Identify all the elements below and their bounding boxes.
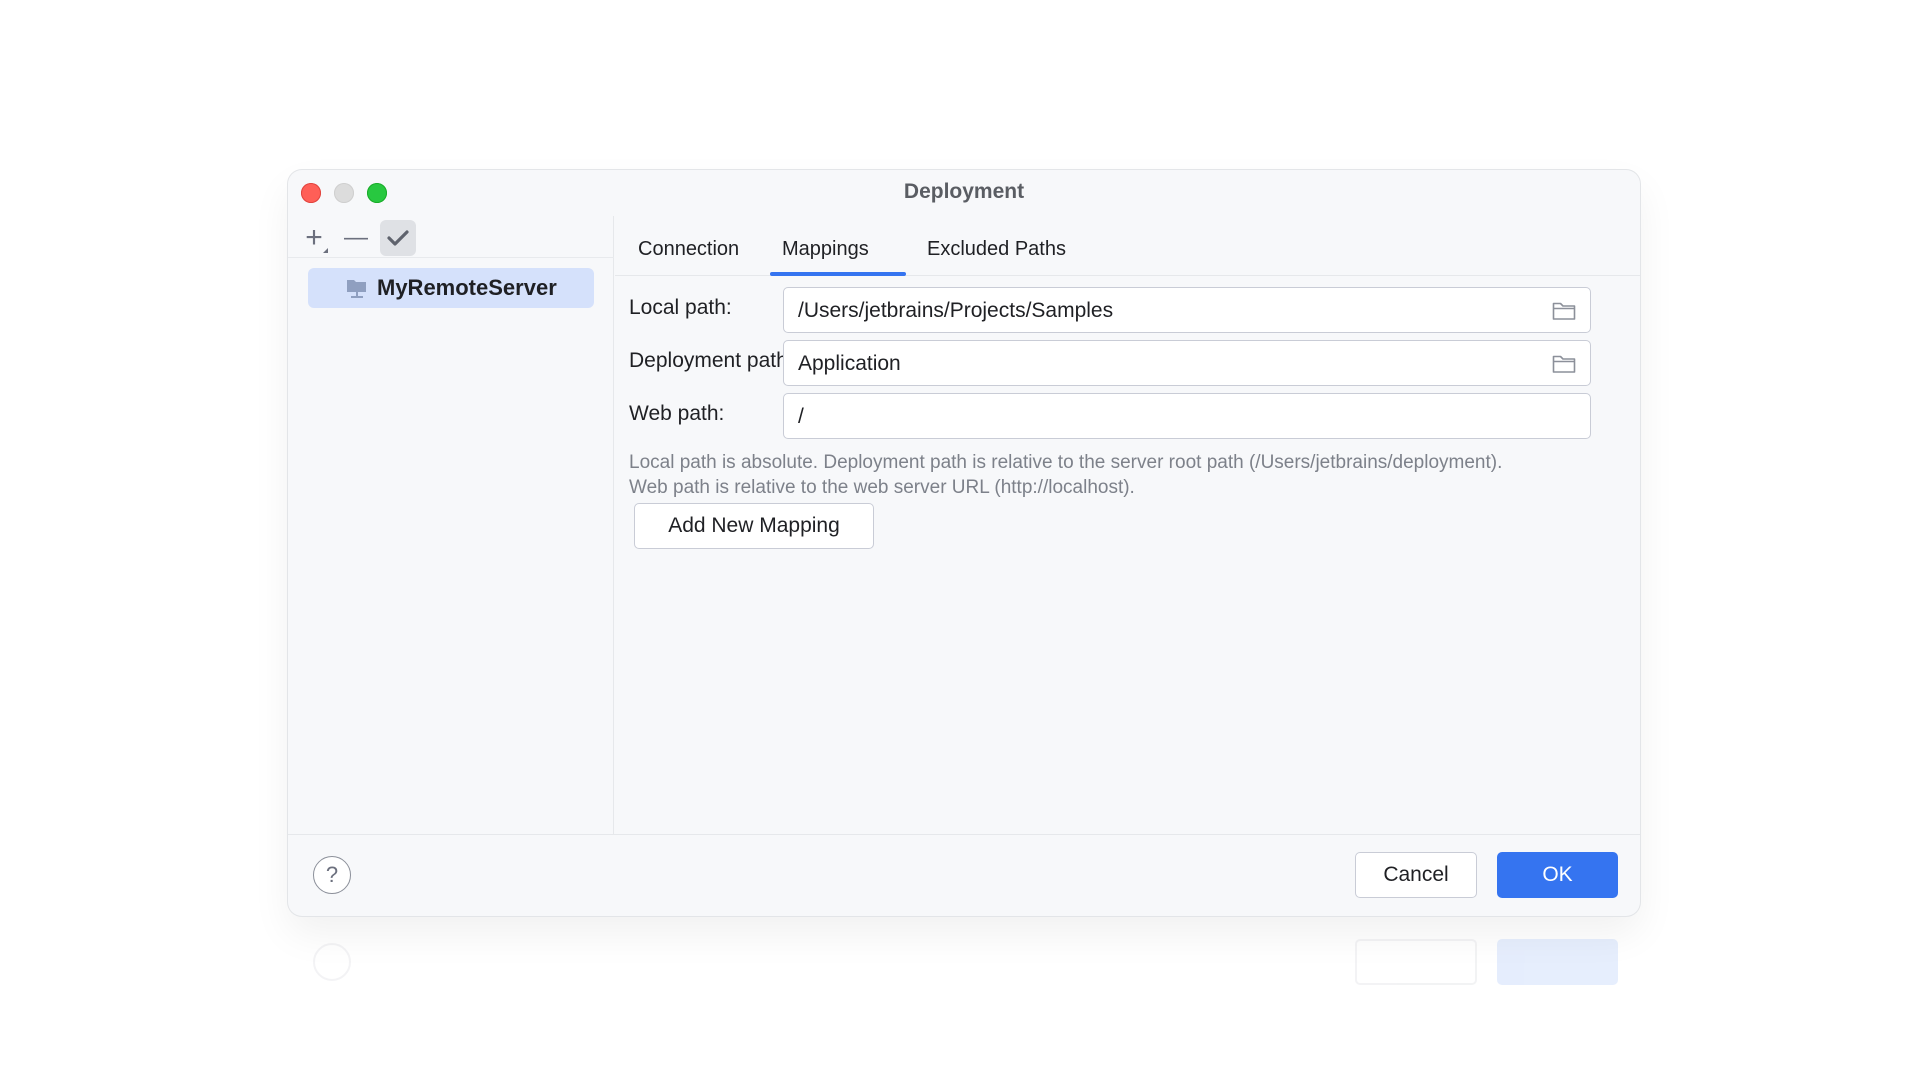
tab-connection[interactable]: Connection [638,238,739,261]
reflected-help-icon [313,943,351,981]
local-path-field[interactable]: /Users/jetbrains/Projects/Samples [783,287,1591,333]
set-default-server-button[interactable] [380,220,416,256]
tab-excluded-paths[interactable]: Excluded Paths [927,238,1066,261]
deployment-path-field[interactable]: Application [783,340,1591,386]
server-name: MyRemoteServer [377,275,557,300]
tab-mappings[interactable]: Mappings [782,238,869,261]
title-bar[interactable]: Deployment [288,170,1640,216]
minus-icon: — [344,224,368,251]
tab-bar: Connection Mappings Excluded Paths [615,216,1640,276]
ok-button[interactable]: OK [1497,852,1618,898]
local-path-label: Local path: [629,296,732,319]
dialog-reflection [288,920,1640,1002]
add-new-mapping-button[interactable]: Add New Mapping [634,503,874,549]
server-list-panel: + — MyRemoteServer [288,216,614,834]
plus-icon: + [305,221,323,254]
browse-folder-icon[interactable] [1552,354,1576,374]
reflected-ok-shape [1497,939,1618,985]
dialog-title: Deployment [903,180,1025,203]
mappings-panel: Connection Mappings Excluded Paths Local… [615,216,1640,834]
web-path-label: Web path: [629,402,725,425]
mapping-hint-line-2: Web path is relative to the web server U… [629,477,1135,498]
local-path-value: /Users/jetbrains/Projects/Samples [798,299,1114,322]
question-icon: ? [325,862,339,887]
mapping-hint-line-1: Local path is absolute. Deployment path … [629,452,1503,473]
server-list-toolbar: + — [288,216,614,258]
server-icon [345,277,369,299]
web-path-value: / [798,405,804,428]
server-list-item[interactable]: MyRemoteServer [308,268,594,308]
deployment-path-label: Deployment path: [629,349,794,372]
dropdown-corner-icon [323,248,328,253]
checkmark-icon [387,230,409,246]
help-button[interactable]: ? [313,856,351,894]
deployment-dialog: Deployment + — MyRemoteServer Connection… [288,170,1640,916]
remove-server-button[interactable]: — [338,220,374,256]
add-server-button[interactable]: + [296,220,332,256]
cancel-button[interactable]: Cancel [1355,852,1477,898]
reflected-cancel-shape [1355,939,1477,985]
active-tab-indicator [770,272,906,276]
web-path-field[interactable]: / [783,393,1591,439]
deployment-path-value: Application [798,352,901,375]
browse-folder-icon[interactable] [1552,301,1576,321]
dialog-footer: ? Cancel OK [288,834,1640,916]
